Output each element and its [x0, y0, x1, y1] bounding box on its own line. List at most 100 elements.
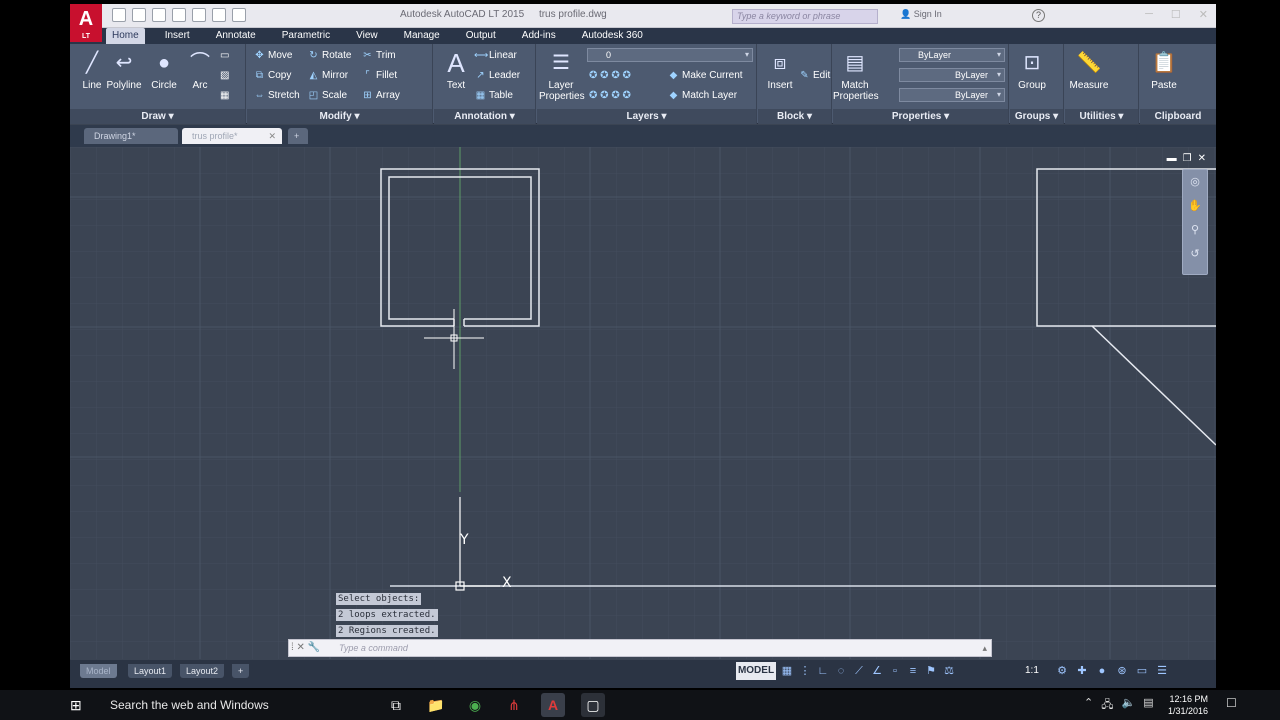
save-icon[interactable]	[152, 8, 166, 22]
add-layout-icon[interactable]: +	[232, 664, 250, 678]
viewport-restore-icon[interactable]: ❐	[1183, 153, 1192, 164]
clipboard-panel-title[interactable]: Clipboard	[1140, 109, 1216, 124]
autocad-lt-taskbar-icon[interactable]: A	[541, 693, 565, 717]
match-properties-button[interactable]: ▤ Match Properties	[833, 48, 879, 102]
tab-output[interactable]: Output	[460, 28, 502, 44]
leader-button[interactable]: ↗ Leader	[474, 68, 520, 84]
drawing-canvas[interactable]: Y X ▬ ❐ ✕ ◎ ✋ ⚲ ↺ Select objects: 2 loop…	[70, 147, 1216, 659]
notifications-icon[interactable]: ☐	[1226, 696, 1237, 710]
pan-icon[interactable]: ✋	[1183, 194, 1207, 218]
layout-tab-model[interactable]: Model	[80, 664, 117, 678]
model-space-button[interactable]: MODEL	[736, 662, 776, 680]
groups-panel-title[interactable]: Groups ▾	[1010, 109, 1063, 124]
auto-scale-icon[interactable]: ⚖	[942, 662, 956, 680]
properties-panel-title[interactable]: Properties ▾	[833, 109, 1008, 124]
linetype-dropdown[interactable]: ByLayer	[899, 68, 1005, 82]
snap-toggle-icon[interactable]: ⋮	[798, 662, 812, 680]
mirror-button[interactable]: ◭ Mirror	[307, 68, 348, 84]
lineweight-dropdown[interactable]: ByLayer	[899, 88, 1005, 102]
object-snap-tracking-icon[interactable]: ∠	[870, 662, 884, 680]
undo-icon[interactable]	[212, 8, 226, 22]
block-panel-title[interactable]: Block ▾	[758, 109, 831, 124]
rotate-button[interactable]: ↻ Rotate	[307, 48, 351, 64]
minimize-icon[interactable]: ─	[1145, 8, 1153, 21]
new-tab-icon[interactable]: +	[288, 128, 308, 144]
tab-manage[interactable]: Manage	[398, 28, 446, 44]
zoom-icon[interactable]: ⚲	[1183, 218, 1207, 242]
draw-more-icon[interactable]: ▦	[220, 88, 229, 104]
text-button[interactable]: A Text	[434, 48, 478, 91]
redo-icon[interactable]	[232, 8, 246, 22]
chrome-icon[interactable]: ◉	[463, 693, 487, 717]
match-layer-button[interactable]: ◆ Match Layer	[667, 88, 737, 104]
scale-button[interactable]: ◰ Scale	[307, 88, 347, 104]
layer-tools-2-icon[interactable]: ✪ ✪ ✪ ✪	[589, 88, 631, 104]
color-dropdown[interactable]: ByLayer	[899, 48, 1005, 62]
layout-tab-layout2[interactable]: Layout2	[180, 664, 225, 678]
command-input[interactable]: Type a command	[339, 640, 408, 656]
tab-autodesk-360[interactable]: Autodesk 360	[576, 28, 649, 44]
paste-button[interactable]: 📋 Paste	[1142, 48, 1186, 91]
viewport-minimize-icon[interactable]: ▬	[1167, 153, 1177, 164]
array-button[interactable]: ⊞ Array	[361, 88, 400, 104]
modify-panel-title[interactable]: Modify ▾	[247, 109, 432, 124]
object-snap-icon[interactable]: ▫	[888, 662, 902, 680]
clean-screen-icon[interactable]: ▭	[1135, 662, 1149, 680]
file-explorer-icon[interactable]: 📁	[424, 693, 448, 717]
isodraft-icon[interactable]: ⟋	[852, 662, 866, 680]
doc-tab-trus-profile[interactable]: trus profile* ✕	[182, 128, 282, 144]
move-button[interactable]: ✥ Move	[253, 48, 292, 64]
doc-tab-drawing1[interactable]: Drawing1*	[84, 128, 178, 144]
command-line[interactable]: ⁞ ✕ 🔧 Type a command ▴	[288, 639, 992, 657]
save-as-icon[interactable]	[172, 8, 186, 22]
arc-button[interactable]: ⌒ Arc	[178, 48, 222, 91]
taskbar-search[interactable]: Search the web and Windows	[110, 698, 269, 712]
new-icon[interactable]	[112, 8, 126, 22]
tab-insert[interactable]: Insert	[159, 28, 196, 44]
command-line-tools-icon[interactable]: ⁞ ✕ 🔧	[291, 640, 320, 656]
utilities-panel-title[interactable]: Utilities ▾	[1065, 109, 1138, 124]
copy-button[interactable]: ⧉ Copy	[253, 68, 291, 84]
tab-parametric[interactable]: Parametric	[276, 28, 336, 44]
layer-properties-button[interactable]: ☰ Layer Properties	[539, 48, 585, 102]
insert-button[interactable]: ⧈ Insert	[758, 48, 802, 91]
tab-annotate[interactable]: Annotate	[210, 28, 262, 44]
plot-icon[interactable]	[192, 8, 206, 22]
hatch-icon[interactable]: ▨	[220, 68, 229, 84]
workspace-switch-icon[interactable]: ⚙	[1055, 662, 1069, 680]
command-history-toggle-icon[interactable]: ▴	[982, 640, 987, 656]
customization-icon[interactable]: ☰	[1155, 662, 1169, 680]
taskbar-clock[interactable]: 12:16 PM 1/31/2016	[1168, 693, 1208, 717]
maximize-icon[interactable]: ☐	[1171, 8, 1181, 21]
annotation-monitor-icon[interactable]: ✚	[1075, 662, 1089, 680]
action-center-icon[interactable]: ▤	[1143, 696, 1153, 715]
polyline-button[interactable]: ↩ Polyline	[102, 48, 146, 91]
polar-toggle-icon[interactable]: ◌	[834, 662, 848, 680]
volume-icon[interactable]: 🔈	[1121, 696, 1135, 715]
windows-start-icon[interactable]: ⊞	[70, 697, 86, 713]
layer-dropdown[interactable]: 0	[587, 48, 753, 62]
annotation-visibility-icon[interactable]: ⚑	[924, 662, 938, 680]
measure-button[interactable]: 📏 Measure	[1067, 48, 1111, 91]
tab-add-ins[interactable]: Add-ins	[516, 28, 562, 44]
draw-panel-title[interactable]: Draw ▾	[70, 109, 245, 124]
help-search-input[interactable]: Type a keyword or phrase	[732, 9, 878, 24]
close-tab-icon[interactable]: ✕	[268, 128, 276, 144]
steering-wheel-icon[interactable]: ◎	[1183, 170, 1207, 194]
annotation-scale[interactable]: 1:1	[1025, 662, 1039, 680]
viewport-close-icon[interactable]: ✕	[1198, 153, 1206, 164]
group-button[interactable]: ⊡ Group	[1010, 48, 1054, 91]
network-icon[interactable]: 🖧	[1101, 696, 1113, 715]
annotation-panel-title[interactable]: Annotation ▾	[434, 109, 535, 124]
fillet-button[interactable]: ⌜ Fillet	[361, 68, 397, 84]
layer-tools-icon[interactable]: ✪ ✪ ✪ ✪	[589, 68, 631, 84]
stretch-button[interactable]: ⇔ Stretch	[253, 88, 300, 104]
window-thumbnail-icon[interactable]: ▢	[581, 693, 605, 717]
application-menu-button[interactable]: A LT	[70, 4, 102, 42]
table-button[interactable]: ▦ Table	[474, 88, 513, 104]
tab-home[interactable]: Home	[106, 28, 145, 44]
ortho-toggle-icon[interactable]: ∟	[816, 662, 830, 680]
open-icon[interactable]	[132, 8, 146, 22]
task-view-icon[interactable]: ⧉	[384, 693, 408, 717]
grid-toggle-icon[interactable]: ▦	[780, 662, 794, 680]
